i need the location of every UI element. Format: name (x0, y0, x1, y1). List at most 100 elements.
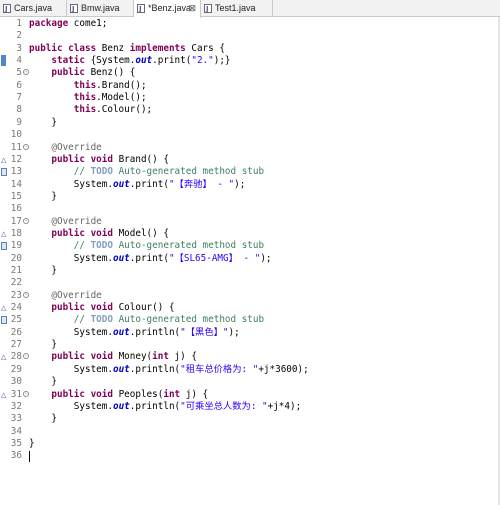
line-number: 35 (10, 437, 22, 449)
code-text[interactable]: System.out.println("可乘坐总人数为: "+j*4); (29, 401, 301, 413)
code-text[interactable]: public void Peoples(int j) { (29, 389, 208, 401)
code-line[interactable]: 3 public class Benz implements Cars { (0, 43, 500, 55)
code-line[interactable]: △ 24 public void Colour() { (0, 302, 500, 314)
code-text[interactable]: static {System.out.print("2.");} (29, 55, 230, 67)
code-text[interactable]: @Override (29, 142, 101, 154)
line-number: 8 (16, 104, 22, 116)
line-number: 13 (10, 166, 22, 178)
line-number: 36 (10, 450, 22, 462)
code-text[interactable]: public void Money(int j) { (29, 351, 197, 363)
code-line[interactable]: △ 31- public void Peoples(int j) { (0, 389, 500, 401)
code-text[interactable]: public void Model() { (29, 228, 169, 240)
line-number: 21 (10, 265, 22, 276)
override-triangle-icon[interactable]: △ (1, 156, 6, 164)
code-line[interactable]: 13 // TODO Auto-generated method stub (0, 166, 500, 178)
line-number: 25 (10, 314, 22, 326)
tab-bmw-java[interactable]: Bmw.java (67, 0, 134, 18)
line-number: 17 (10, 215, 22, 227)
code-text[interactable]: System.out.println("【黑色】"); (29, 327, 240, 339)
code-text[interactable]: System.out.println("租车总价格为: "+j*3600); (29, 364, 309, 376)
override-triangle-icon[interactable]: △ (1, 230, 6, 238)
code-text[interactable]: public void Brand() { (29, 154, 169, 166)
code-text[interactable]: // TODO Auto-generated method stub (29, 166, 264, 178)
code-line[interactable]: 30 } (0, 376, 500, 388)
code-line[interactable]: 22 (0, 277, 500, 289)
code-text[interactable]: this.Model(); (29, 92, 147, 104)
code-line[interactable]: 20 System.out.print("【SL65-AMG】 - "); (0, 253, 500, 265)
task-marker-icon[interactable] (1, 316, 7, 325)
code-text[interactable]: public Benz() { (29, 67, 135, 79)
code-text[interactable]: } (29, 265, 57, 277)
code-text[interactable]: } (29, 117, 57, 129)
code-line[interactable]: 15 } (0, 191, 500, 203)
line-number: 20 (10, 252, 22, 264)
code-line[interactable]: 35} (0, 438, 500, 450)
tab-benz-java[interactable]: *Benz.java ⊠ (134, 0, 201, 18)
code-line[interactable]: 5- public Benz() { (0, 67, 500, 79)
code-line[interactable]: 19 // TODO Auto-generated method stub (0, 240, 500, 252)
tab-test1-java[interactable]: Test1.java (201, 0, 273, 18)
tab-label: Test1.java (215, 3, 256, 13)
close-tab-icon[interactable]: ⊠ (188, 0, 196, 17)
task-marker-icon[interactable] (1, 168, 7, 177)
code-line[interactable]: 11- @Override (0, 142, 500, 154)
text-caret (29, 450, 30, 462)
code-line[interactable]: △ 12 public void Brand() { (0, 154, 500, 166)
line-number: 30 (10, 376, 22, 388)
code-line[interactable]: 36 (0, 450, 500, 462)
code-line[interactable]: 27 } (0, 339, 500, 351)
line-number: 32 (10, 400, 22, 412)
code-text[interactable]: public void Colour() { (29, 302, 174, 314)
code-line[interactable]: 6 this.Brand(); (0, 80, 500, 92)
line-number: 15 (10, 190, 22, 202)
code-line[interactable]: 29 System.out.println("租车总价格为: "+j*3600)… (0, 364, 500, 376)
code-text[interactable]: } (29, 339, 57, 351)
code-text[interactable]: // TODO Auto-generated method stub (29, 314, 264, 326)
code-line[interactable]: 25 // TODO Auto-generated method stub (0, 314, 500, 326)
override-triangle-icon[interactable]: △ (1, 353, 6, 361)
line-number: 22 (10, 277, 22, 289)
change-marker-icon (1, 55, 6, 67)
code-line[interactable]: 21 } (0, 265, 500, 277)
code-line[interactable]: △ 18 public void Model() { (0, 228, 500, 240)
code-line[interactable]: 7 this.Model(); (0, 92, 500, 104)
tab-cars-java[interactable]: Cars.java (0, 0, 67, 18)
code-text[interactable]: @Override (29, 216, 101, 228)
code-text[interactable]: } (29, 438, 35, 450)
code-line[interactable]: 9 } (0, 117, 500, 129)
code-line[interactable]: 4 static {System.out.print("2.");} (0, 55, 500, 67)
code-line[interactable]: △ 28- public void Money(int j) { (0, 351, 500, 363)
code-text[interactable]: } (29, 413, 57, 425)
code-text[interactable]: public class Benz implements Cars { (29, 43, 225, 55)
line-number: 4 (16, 55, 22, 67)
code-line[interactable]: 17- @Override (0, 216, 500, 228)
code-text[interactable]: package come1; (29, 18, 107, 30)
code-text[interactable]: } (29, 376, 57, 388)
code-line[interactable]: 10 (0, 129, 500, 141)
line-number: 26 (10, 326, 22, 338)
code-text[interactable]: this.Brand(); (29, 80, 147, 92)
code-line[interactable]: 8 this.Colour(); (0, 104, 500, 116)
code-line[interactable]: 32 System.out.println("可乘坐总人数为: "+j*4); (0, 401, 500, 413)
code-line[interactable]: 33 } (0, 413, 500, 425)
override-triangle-icon[interactable]: △ (1, 304, 6, 312)
code-text[interactable]: System.out.print("【SL65-AMG】 - "); (29, 253, 272, 265)
line-number: 10 (10, 129, 22, 141)
code-line[interactable]: 34 (0, 426, 500, 438)
code-line[interactable]: 26 System.out.println("【黑色】"); (0, 327, 500, 339)
code-text[interactable]: } (29, 191, 57, 203)
code-line[interactable]: 2 (0, 30, 500, 42)
line-number: 5 (16, 67, 22, 79)
line-number: 9 (16, 116, 22, 128)
code-text[interactable]: @Override (29, 290, 101, 302)
code-text[interactable]: System.out.print("【奔驰】 - "); (29, 179, 246, 191)
override-triangle-icon[interactable]: △ (1, 391, 6, 399)
code-text[interactable]: // TODO Auto-generated method stub (29, 240, 264, 252)
code-text[interactable]: this.Colour(); (29, 104, 152, 116)
code-line[interactable]: 1 package come1; (0, 18, 500, 30)
line-number: 31 (10, 388, 22, 400)
code-line[interactable]: 14 System.out.print("【奔驰】 - "); (0, 179, 500, 191)
code-line[interactable]: 23- @Override (0, 290, 500, 302)
task-marker-icon[interactable] (1, 242, 7, 251)
code-line[interactable]: 16 (0, 203, 500, 215)
